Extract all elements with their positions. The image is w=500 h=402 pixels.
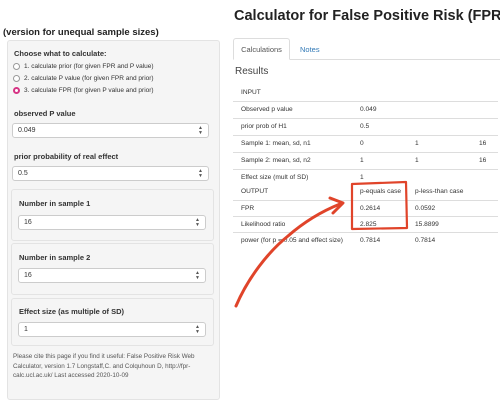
citation-text: Please cite this page if you find it use… <box>13 353 195 380</box>
row-label: prior prob of H1 <box>241 123 287 130</box>
spinner-arrows-icon[interactable]: ▲ ▼ <box>195 325 200 335</box>
tab-calculations[interactable]: Calculations <box>233 38 290 60</box>
cell-value: 0.0592 <box>415 205 436 212</box>
table-row: Sample 2: mean, sd, n2 1 1 16 <box>233 152 498 169</box>
table-row: Observed p value 0.049 <box>233 101 498 118</box>
cell-value: 1 <box>360 157 364 164</box>
cell-value: 15.8899 <box>415 221 439 228</box>
cell-value: 0.049 <box>360 106 377 113</box>
effect-size-input[interactable]: 1 ▲ ▼ <box>18 322 206 337</box>
prior-probability-label: prior probability of real effect <box>14 152 119 161</box>
table-row: prior prob of H1 0.5 <box>233 118 498 135</box>
radio-button[interactable] <box>13 62 20 70</box>
prior-probability-input[interactable]: 0.5 ▲ ▼ <box>12 166 209 181</box>
row-label: power (for p = 0.05 and effect size) <box>241 237 343 244</box>
cell-value: 1 <box>360 174 364 181</box>
effect-size-label: Effect size (as multiple of SD) <box>19 307 125 316</box>
radio-option-calculate-prior[interactable]: 1. calculate prior (for given FPR and P … <box>13 61 154 71</box>
table-row: Effect size (mult of SD) 1 <box>233 169 498 185</box>
cell-value: 16 <box>479 157 487 164</box>
table-row-input-header: INPUT <box>233 84 498 101</box>
row-label: Sample 2: mean, sd, n2 <box>241 157 311 164</box>
version-subtitle: (version for unequal sample sizes) <box>3 27 159 38</box>
cell-value: 0.7814 <box>415 237 436 244</box>
sample2-label: Number in sample 2 <box>19 253 91 262</box>
radio-option-label: 1. calculate prior (for given FPR and P … <box>24 62 154 70</box>
sample1-input[interactable]: 16 ▲ ▼ <box>18 215 206 230</box>
spinner-arrows-icon[interactable]: ▲ ▼ <box>195 271 200 281</box>
cell-value: 16 <box>479 140 487 147</box>
output-section-label: OUTPUT <box>241 188 269 195</box>
observed-p-label: observed P value <box>14 109 76 118</box>
cell-value: 0 <box>360 140 364 147</box>
choose-calculation-label: Choose what to calculate: <box>14 49 107 58</box>
prior-probability-value: 0.5 <box>18 170 28 177</box>
table-row-output-header: OUTPUT p-equals case p-less-than case <box>233 185 498 200</box>
table-row: Likelihood ratio 2.825 15.8899 <box>233 216 498 232</box>
tab-bar: Calculations Notes <box>233 38 500 60</box>
spinner-arrows-icon[interactable]: ▲ ▼ <box>198 126 203 136</box>
table-row: FPR 0.2614 0.0592 <box>233 200 498 216</box>
sample1-value: 16 <box>24 219 32 226</box>
row-label: FPR <box>241 205 255 212</box>
sample2-value: 16 <box>24 272 32 279</box>
row-label: Effect size (mult of SD) <box>241 174 309 181</box>
spinner-arrows-icon[interactable]: ▲ ▼ <box>198 169 203 179</box>
effect-size-value: 1 <box>24 326 28 333</box>
observed-p-input[interactable]: 0.049 ▲ ▼ <box>12 123 209 138</box>
cell-value: 0.5 <box>360 123 370 130</box>
row-label: Observed p value <box>241 106 293 113</box>
row-label: Likelihood ratio <box>241 221 286 228</box>
sample2-input[interactable]: 16 ▲ ▼ <box>18 268 206 283</box>
radio-option-label: 2. calculate P value (for given FPR and … <box>24 74 154 82</box>
cell-value: 1 <box>415 157 419 164</box>
radio-option-calculate-p-value[interactable]: 2. calculate P value (for given FPR and … <box>13 73 154 83</box>
sample1-label: Number in sample 1 <box>19 199 91 208</box>
radio-option-calculate-fpr[interactable]: 3. calculate FPR (for given P value and … <box>13 85 154 95</box>
radio-button[interactable] <box>13 74 20 82</box>
table-row: power (for p = 0.05 and effect size) 0.7… <box>233 232 498 248</box>
radio-button-selected[interactable] <box>13 86 20 94</box>
results-heading: Results <box>235 66 269 77</box>
row-label: Sample 1: mean, sd, n1 <box>241 140 311 147</box>
cell-value: 0.7814 <box>360 237 381 244</box>
spinner-arrows-icon[interactable]: ▲ ▼ <box>195 218 200 228</box>
input-section-label: INPUT <box>241 89 261 96</box>
table-row: Sample 1: mean, sd, n1 0 1 16 <box>233 135 498 152</box>
cell-value: 1 <box>415 140 419 147</box>
observed-p-value: 0.049 <box>18 127 36 134</box>
app-title: Calculator for False Positive Risk (FPR) <box>234 8 500 24</box>
cell-value: 0.2614 <box>360 205 381 212</box>
cell-value: 2.825 <box>360 221 377 228</box>
radio-option-label: 3. calculate FPR (for given P value and … <box>24 86 154 94</box>
column-header-p-less-than: p-less-than case <box>415 188 464 195</box>
column-header-p-equals: p-equals case <box>360 188 402 195</box>
tab-notes[interactable]: Notes <box>293 38 327 60</box>
